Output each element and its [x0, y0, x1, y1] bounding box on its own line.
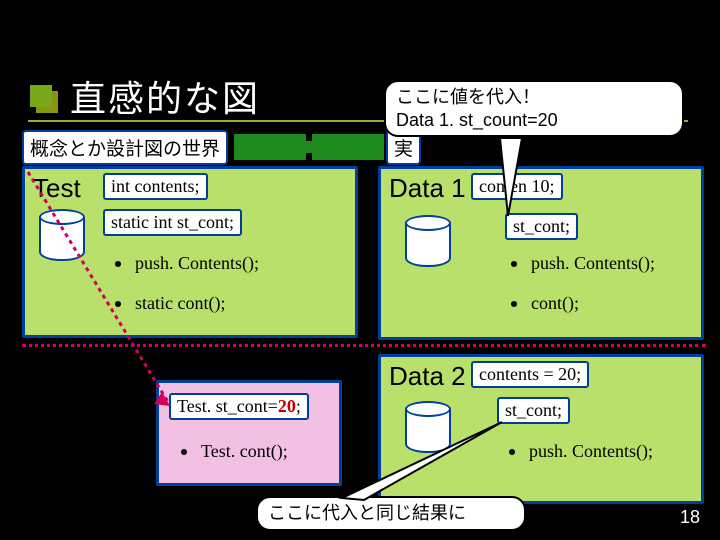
dotted-arrow-icon	[24, 168, 358, 508]
class-name-data2: Data 2	[389, 361, 466, 392]
concept-world-label: 概念とか設計図の世界	[22, 130, 228, 165]
cylinder-icon	[405, 215, 451, 271]
class-name-data1: Data 1	[389, 173, 466, 204]
callout-tail-icon	[498, 136, 548, 226]
bullet-dot-icon	[511, 261, 517, 267]
double-arrow-icon	[234, 134, 384, 160]
callout-assign-value: ここに値を代入！ Data 1. st_count=20	[384, 80, 684, 137]
callout-tail-icon	[332, 418, 512, 508]
page-number: 18	[680, 507, 700, 528]
title-bullet-icon	[30, 85, 52, 107]
bullet-dot-icon	[511, 301, 517, 307]
field-contents-20: contents = 20;	[471, 361, 589, 388]
method-push-contents: push. Contents();	[511, 253, 655, 274]
slide-title: 直感的な図	[70, 70, 260, 122]
title-row: 直感的な図	[30, 70, 260, 122]
method-cont: cont();	[511, 293, 579, 314]
method-push-contents: push. Contents();	[509, 441, 653, 462]
